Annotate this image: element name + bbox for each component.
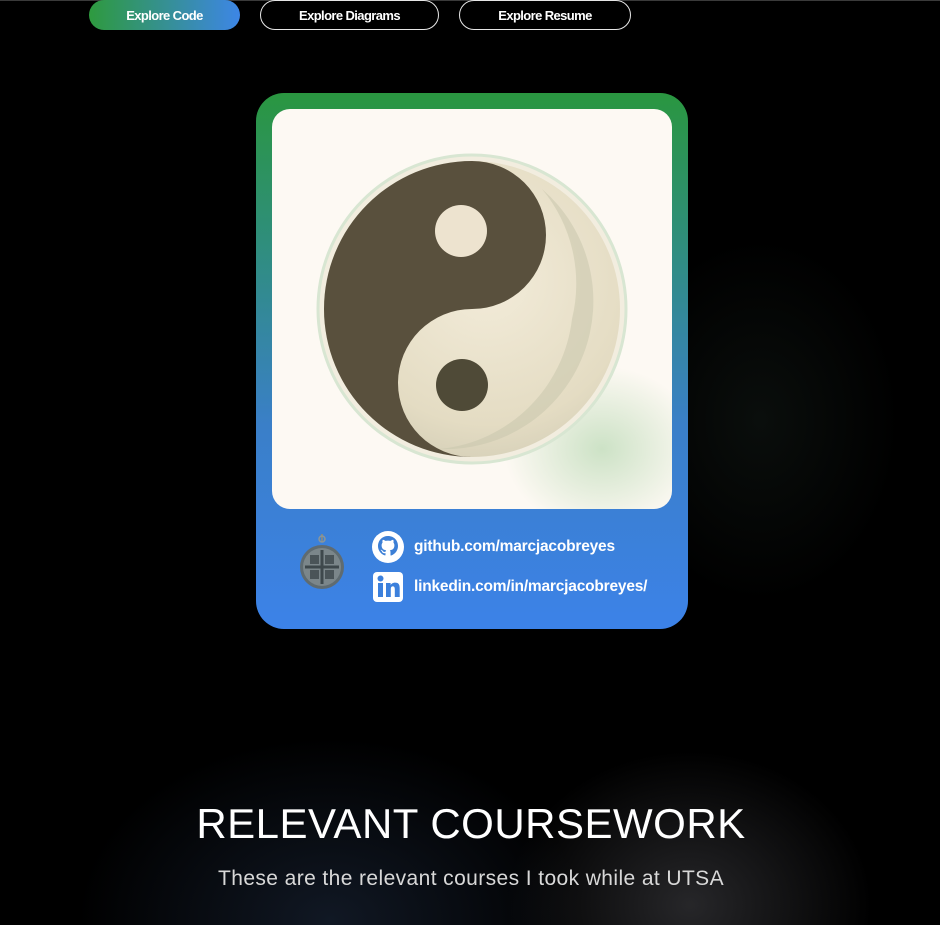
linkedin-link-label: linkedin.com/in/marcjacobreyes/ <box>414 578 648 595</box>
linkedin-link[interactable]: linkedin.com/in/marcjacobreyes/ <box>371 570 647 604</box>
top-nav: Explore Code Explore Diagrams Explore Re… <box>0 0 940 34</box>
github-link-label: github.com/marcjacobreyes <box>414 538 615 555</box>
profile-image <box>272 109 672 509</box>
coursework-subtitle: These are the relevant courses I took wh… <box>218 867 724 890</box>
profile-card: github.com/marcjacobreyes linkedin.com/i… <box>256 93 688 629</box>
github-link[interactable]: github.com/marcjacobreyes <box>371 530 615 564</box>
github-icon <box>371 530 405 564</box>
coin-pendant-icon <box>300 534 344 589</box>
explore-resume-button[interactable]: Explore Resume <box>459 0 631 30</box>
page: Explore Code Explore Diagrams Explore Re… <box>0 0 940 925</box>
linkedin-icon <box>371 570 405 604</box>
explore-diagrams-button[interactable]: Explore Diagrams <box>260 0 439 30</box>
coursework-title: RELEVANT COURSEWORK <box>196 800 746 847</box>
explore-code-button[interactable]: Explore Code <box>89 0 240 30</box>
yin-yang-icon <box>316 153 628 465</box>
